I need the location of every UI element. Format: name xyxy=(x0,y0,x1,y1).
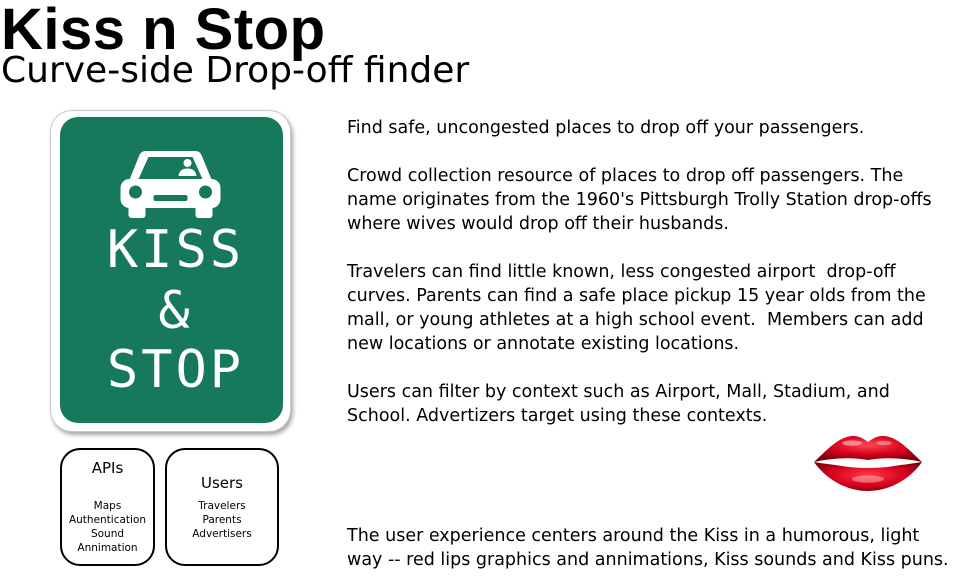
apis-list: Maps Authentication Sound Annimation xyxy=(62,499,153,555)
paragraph-line: School. Advertizers target using these c… xyxy=(347,406,768,426)
experience-paragraph: The user experience centers around the K… xyxy=(347,524,949,572)
sign-text-kiss: KISS xyxy=(106,220,245,280)
paragraph-line: where wives would drop off their husband… xyxy=(347,214,729,234)
car-icon xyxy=(120,151,221,218)
use-cases-paragraph: Travelers can find little known, less co… xyxy=(347,260,926,356)
users-heading: Users xyxy=(200,474,243,492)
paragraph-line: way -- red lips graphics and annimations… xyxy=(347,550,949,570)
apis-heading: APIs xyxy=(91,459,124,477)
paragraph-line: Users can filter by context such as Airp… xyxy=(347,382,890,402)
sign-text-stop: STOP xyxy=(106,340,245,400)
users-box: Users Travelers Parents Advertisers xyxy=(165,448,279,566)
paragraph-line: new locations or annotate existing locat… xyxy=(347,334,740,354)
user-item-advertisers: Advertisers xyxy=(192,528,252,540)
filtering-paragraph: Users can filter by context such as Airp… xyxy=(347,380,890,428)
api-item-animation: Annimation xyxy=(77,542,138,554)
apis-box: APIs Maps Authentication Sound Annimatio… xyxy=(60,448,155,566)
api-item-maps: Maps xyxy=(93,500,122,512)
paragraph-line: Find safe, uncongested places to drop of… xyxy=(347,118,865,138)
paragraph-line: The user experience centers around the K… xyxy=(347,526,920,546)
paragraph-line: Crowd collection resource of places to d… xyxy=(347,166,904,186)
user-item-travelers: Travelers xyxy=(198,500,246,512)
tagline-paragraph: Find safe, uncongested places to drop of… xyxy=(347,116,864,140)
paragraph-line: mall, or young athletes at a high school… xyxy=(347,310,924,330)
paragraph-line: Travelers can find little known, less co… xyxy=(347,262,896,282)
red-lips-icon xyxy=(814,435,922,491)
users-list: Travelers Parents Advertisers xyxy=(167,499,277,541)
sign-face: KISS & STOP xyxy=(60,117,283,423)
user-item-parents: Parents xyxy=(202,514,242,526)
api-item-authentication: Authentication xyxy=(68,514,147,526)
paragraph-line: name originates from the 1960's Pittsbur… xyxy=(347,190,932,210)
kiss-and-stop-sign: KISS & STOP xyxy=(50,110,291,432)
paragraph-line: curves. Parents can find a safe place pi… xyxy=(347,286,926,306)
api-item-sound: Sound xyxy=(90,528,125,540)
sign-text-ampersand: & xyxy=(158,281,193,341)
origin-paragraph: Crowd collection resource of places to d… xyxy=(347,164,932,236)
page-subtitle: Curve-side Drop-off finder xyxy=(1,50,470,91)
